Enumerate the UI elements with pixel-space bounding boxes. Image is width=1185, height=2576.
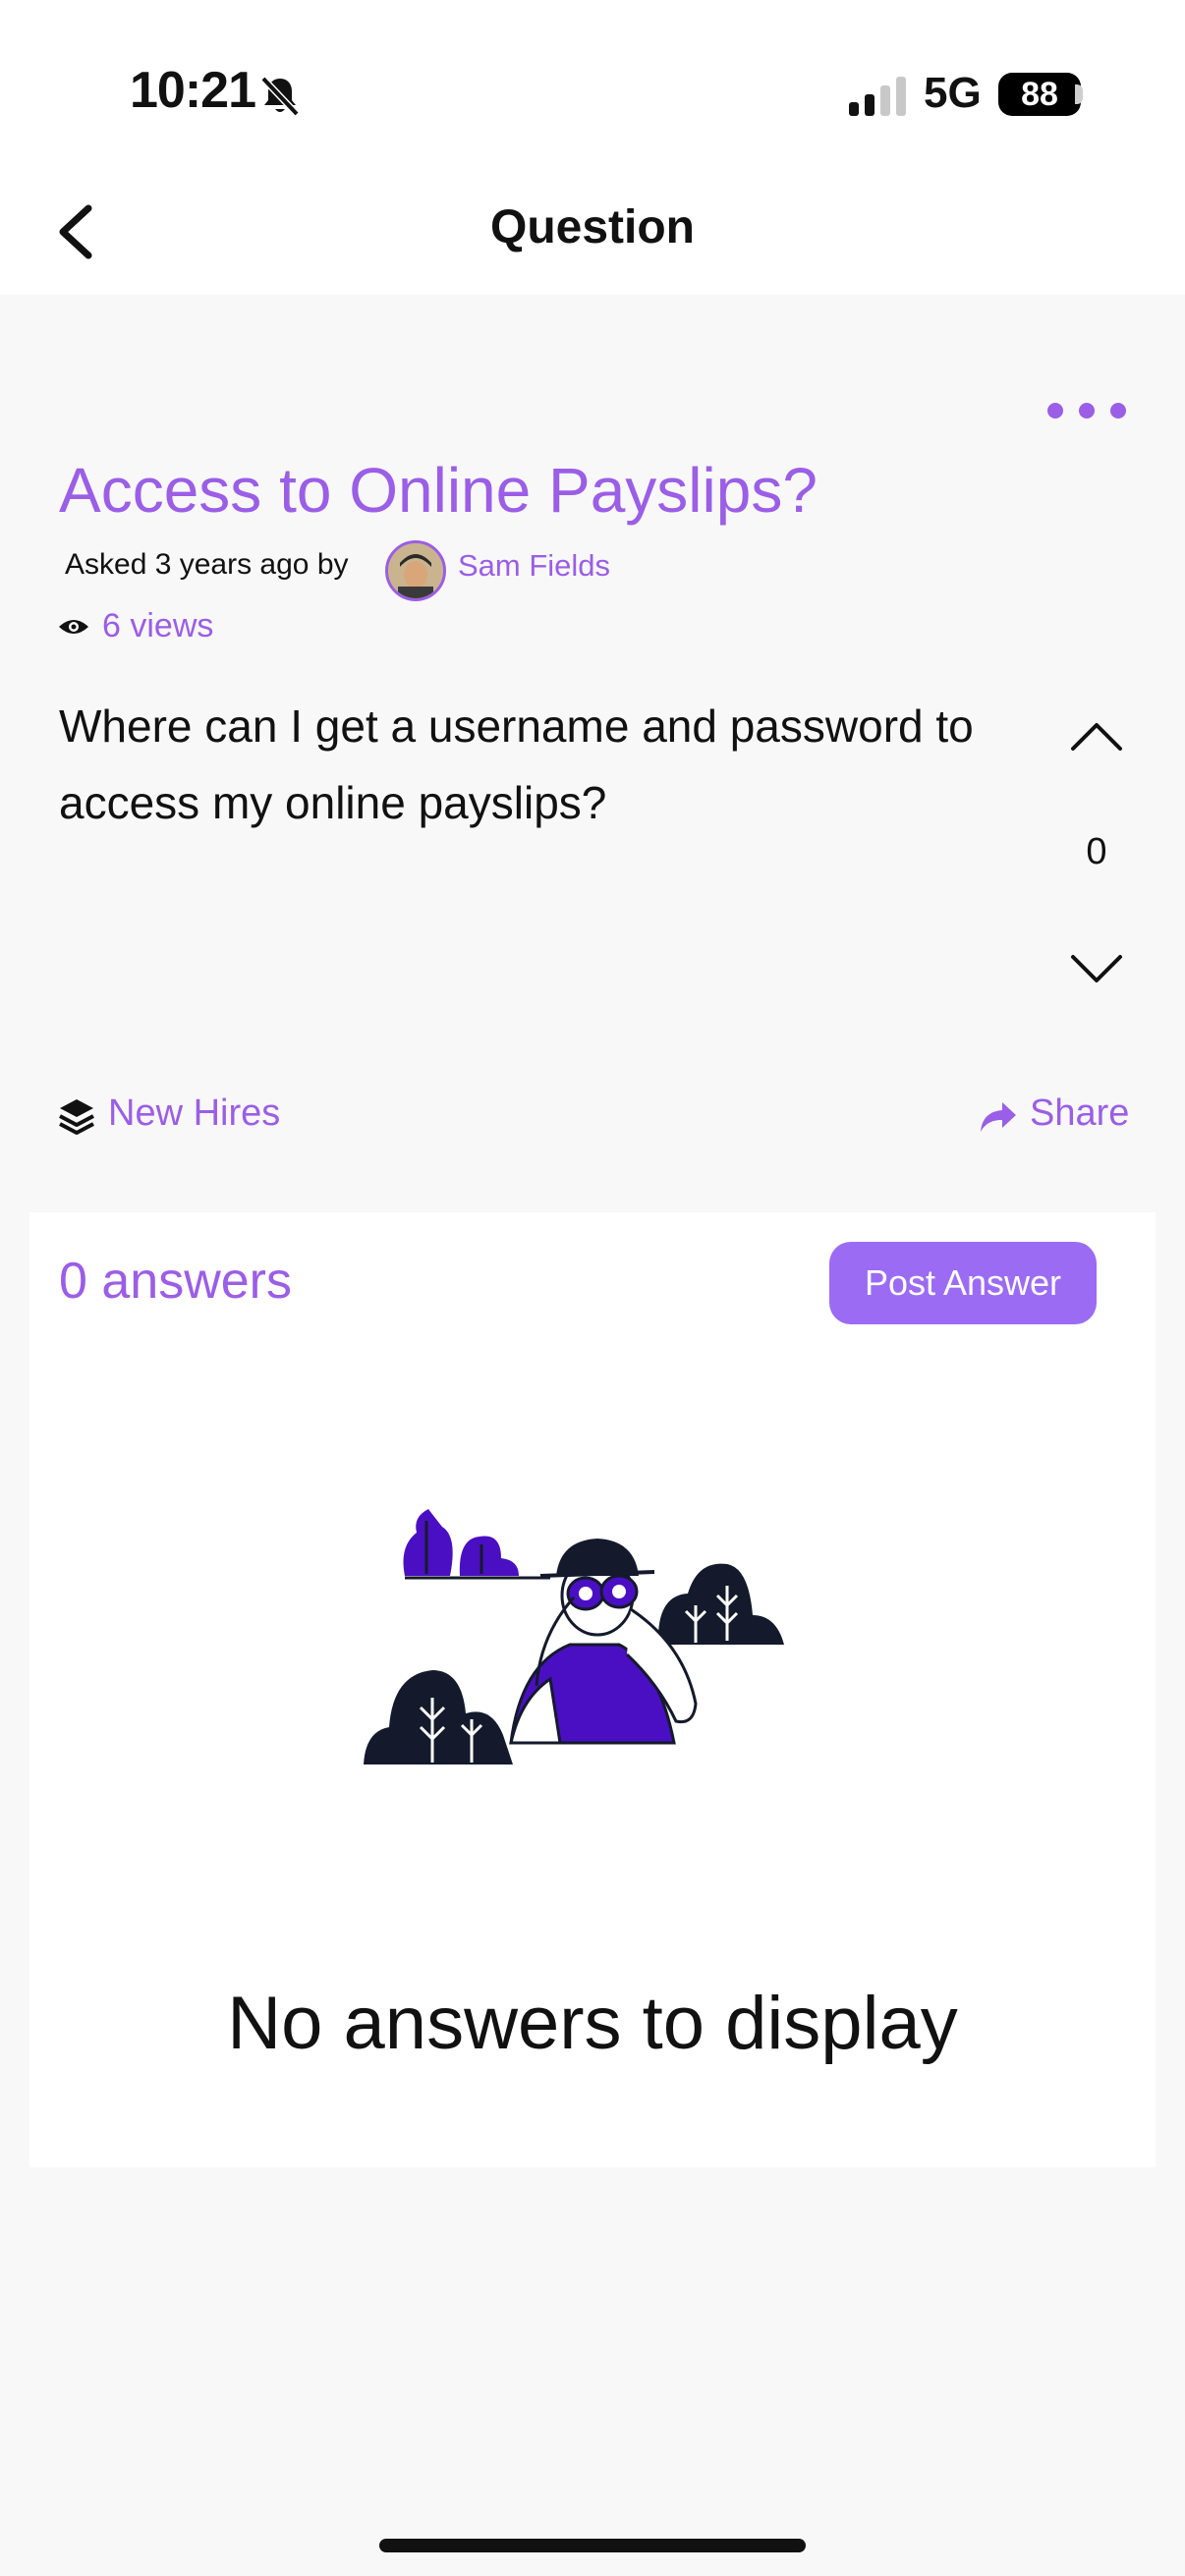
layers-icon bbox=[59, 1099, 94, 1135]
downvote-chevron-icon[interactable] bbox=[1069, 953, 1124, 986]
page-title: Question bbox=[489, 201, 695, 253]
avatar-image bbox=[388, 543, 443, 598]
upvote-chevron-icon[interactable] bbox=[1069, 719, 1124, 753]
status-time: 10:21 bbox=[130, 62, 256, 119]
cellular-signal-icon bbox=[849, 77, 906, 116]
author-link[interactable]: Sam Fields bbox=[458, 548, 610, 584]
question-title: Access to Online Payslips? bbox=[59, 455, 818, 526]
question-body: Where can I get a username and password … bbox=[59, 700, 974, 828]
home-indicator[interactable] bbox=[379, 2539, 806, 2552]
battery-tip bbox=[1075, 84, 1083, 104]
empty-state-message: No answers to display bbox=[227, 1982, 958, 2065]
eye-icon bbox=[59, 620, 88, 634]
asked-meta: Asked 3 years ago by bbox=[65, 548, 349, 581]
bell-muted-icon bbox=[260, 76, 300, 117]
category-tag[interactable]: New Hires bbox=[108, 1092, 280, 1135]
share-button[interactable]: Share bbox=[1030, 1092, 1129, 1135]
more-options-icon[interactable] bbox=[1045, 401, 1128, 420]
view-count: 6 views bbox=[102, 607, 214, 644]
network-type: 5G bbox=[924, 69, 982, 117]
binoculars-illustration bbox=[364, 1509, 784, 1764]
battery-indicator: 88 bbox=[998, 73, 1081, 116]
answers-count: 0 answers bbox=[59, 1253, 292, 1310]
post-answer-button[interactable]: Post Answer bbox=[829, 1242, 1097, 1324]
vote-score: 0 bbox=[1086, 831, 1107, 872]
author-avatar[interactable] bbox=[385, 540, 446, 601]
share-arrow-icon[interactable] bbox=[979, 1100, 1018, 1134]
